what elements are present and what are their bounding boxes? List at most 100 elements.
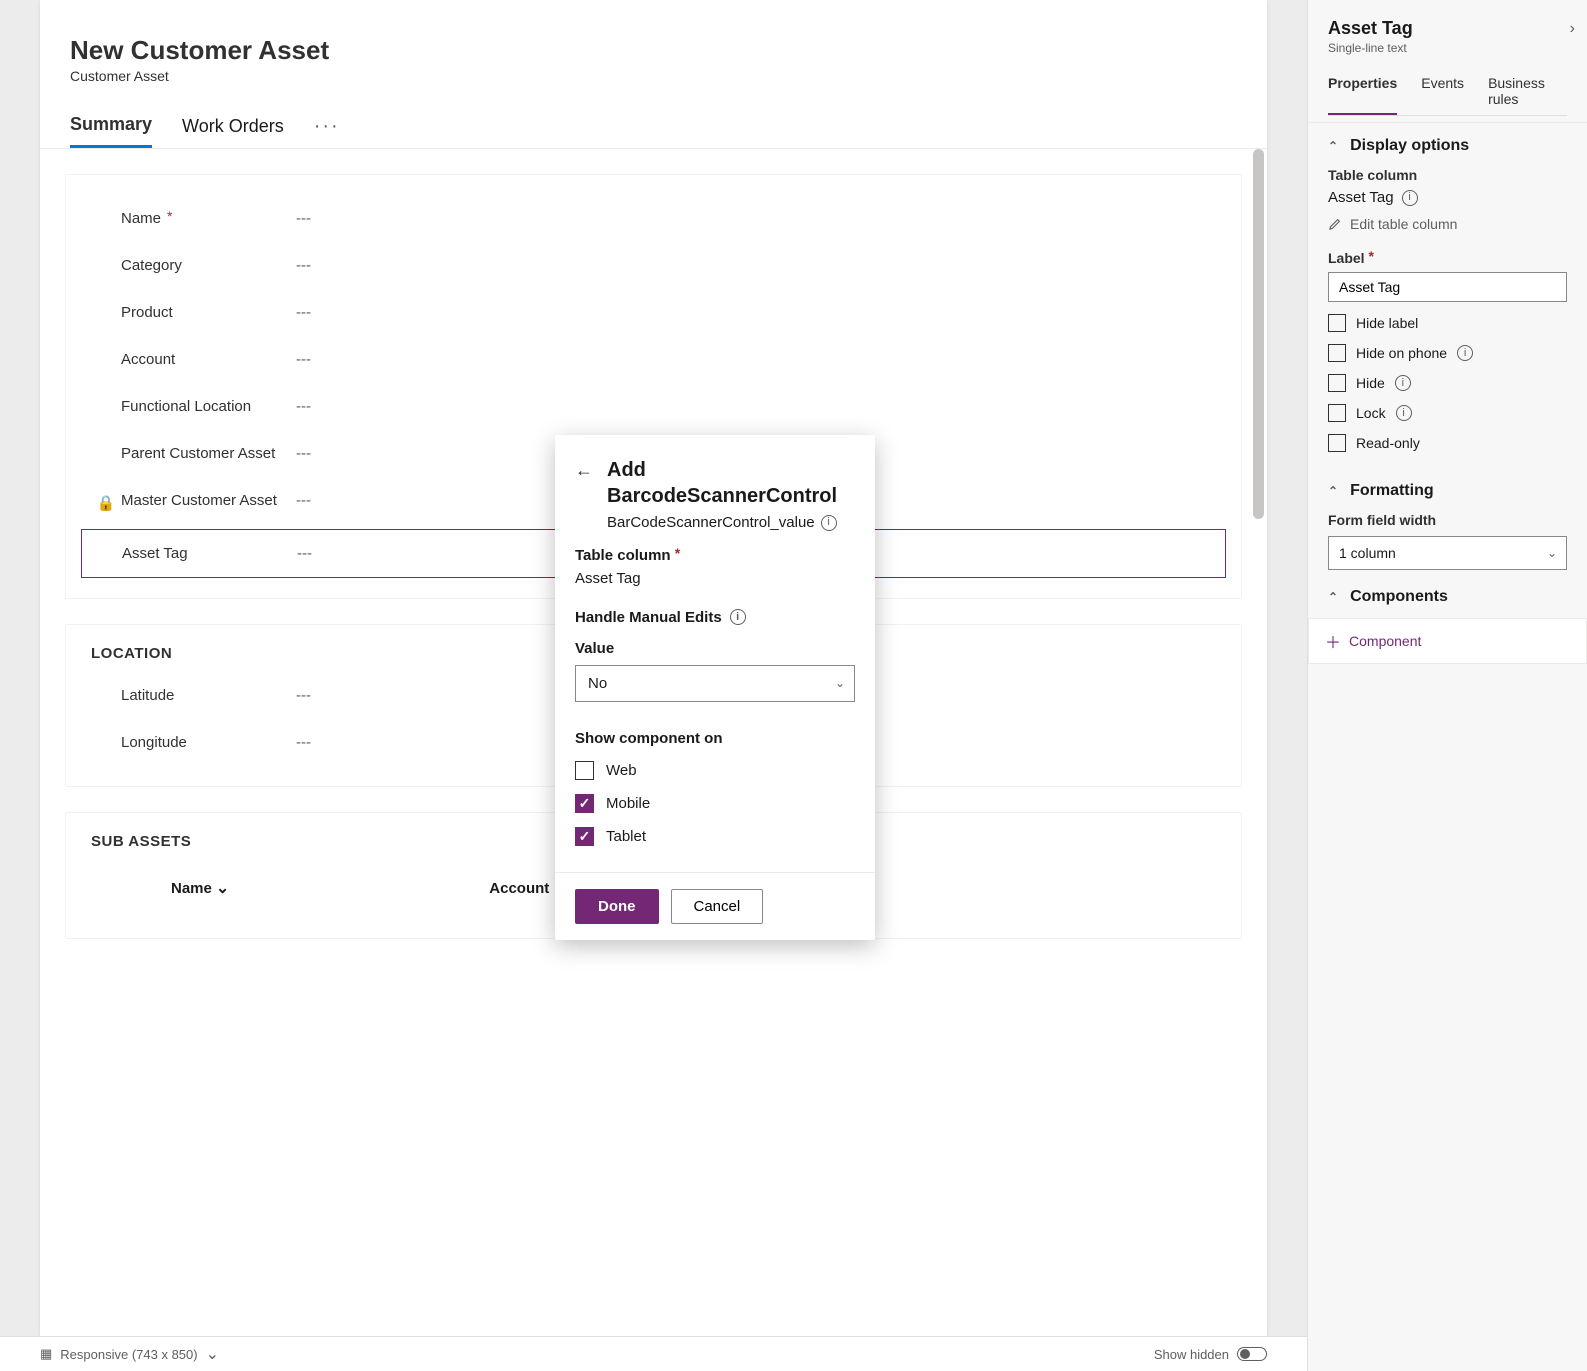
field-name[interactable]: Name* --- xyxy=(81,195,1226,242)
checkbox-hide-on-phone[interactable]: Hide on phone i xyxy=(1328,344,1567,362)
viewport-size-selector[interactable]: Responsive (743 x 850) xyxy=(60,1347,197,1362)
field-value: --- xyxy=(296,734,311,751)
field-label: Product xyxy=(121,304,173,321)
info-icon[interactable]: i xyxy=(1402,190,1418,206)
cancel-button[interactable]: Cancel xyxy=(671,889,764,924)
checkbox-icon: ✓ xyxy=(575,794,594,813)
form-title: New Customer Asset xyxy=(70,35,1267,66)
collapse-panel-button[interactable]: › xyxy=(1570,20,1575,38)
panel-tab-properties[interactable]: Properties xyxy=(1328,75,1397,115)
checkbox-icon xyxy=(1328,314,1346,332)
field-value: --- xyxy=(296,257,311,274)
tab-work-orders[interactable]: Work Orders xyxy=(182,116,284,147)
grid-col-name[interactable]: Name⌄ xyxy=(171,878,229,898)
table-column-label: Table column xyxy=(575,547,671,564)
lock-icon: 🔒 xyxy=(97,494,116,512)
field-category[interactable]: Category --- xyxy=(81,242,1226,289)
table-column-value: Asset Tag xyxy=(575,570,855,587)
popup-subtitle: BarCodeScannerControl_value xyxy=(607,513,815,533)
field-label: Category xyxy=(121,257,182,274)
info-icon[interactable]: i xyxy=(821,515,837,531)
panel-subtitle: Single-line text xyxy=(1328,41,1567,55)
checkbox-label: Tablet xyxy=(606,828,646,845)
checkbox-label: Hide label xyxy=(1356,315,1418,331)
status-bar: ▦ Responsive (743 x 850) ⌄ Show hidden xyxy=(0,1336,1307,1371)
popup-title: Add BarcodeScannerControl xyxy=(607,457,855,509)
field-label: Account xyxy=(121,351,175,368)
add-component-popup: ← Add BarcodeScannerControl BarCodeScann… xyxy=(555,435,875,940)
field-label: Name xyxy=(121,210,161,227)
field-value: --- xyxy=(297,545,312,562)
checkbox-label: Read-only xyxy=(1356,435,1420,451)
checkbox-icon xyxy=(1328,344,1346,362)
field-value: --- xyxy=(296,304,311,321)
field-label: Longitude xyxy=(121,734,187,751)
table-column-label: Table column xyxy=(1328,167,1567,183)
pencil-icon xyxy=(1328,217,1342,231)
value-dropdown[interactable]: No xyxy=(575,665,855,702)
handle-manual-edits-label: Handle Manual Edits xyxy=(575,609,722,626)
checkbox-label: Hide xyxy=(1356,375,1385,391)
chevron-down-icon: ⌄ xyxy=(206,1344,219,1364)
field-functional-location[interactable]: Functional Location --- xyxy=(81,383,1226,430)
checkbox-label: Web xyxy=(606,762,637,779)
info-icon[interactable]: i xyxy=(730,609,746,625)
field-account[interactable]: Account --- xyxy=(81,336,1226,383)
field-label: Master Customer Asset xyxy=(121,492,277,509)
table-column-value: Asset Tag xyxy=(1328,189,1394,206)
formatting-toggle[interactable]: ⌃ Formatting xyxy=(1328,482,1567,500)
components-toggle[interactable]: ⌃ Components xyxy=(1328,588,1587,606)
show-component-on-label: Show component on xyxy=(575,730,855,747)
tab-overflow[interactable]: ··· xyxy=(314,115,340,148)
back-button[interactable]: ← xyxy=(575,457,593,481)
field-value: --- xyxy=(296,445,311,462)
checkbox-icon: ✓ xyxy=(575,827,594,846)
panel-tab-business-rules[interactable]: Business rules xyxy=(1488,75,1567,115)
checkbox-mobile[interactable]: ✓ Mobile xyxy=(575,794,855,813)
checkbox-read-only[interactable]: Read-only xyxy=(1328,434,1567,452)
checkbox-lock[interactable]: Lock i xyxy=(1328,404,1567,422)
required-indicator: * xyxy=(675,545,680,561)
checkbox-icon xyxy=(1328,434,1346,452)
show-hidden-label: Show hidden xyxy=(1154,1347,1229,1362)
edit-table-column-link[interactable]: Edit table column xyxy=(1328,216,1567,232)
checkbox-hide[interactable]: Hide i xyxy=(1328,374,1567,392)
checkbox-icon xyxy=(1328,374,1346,392)
info-icon[interactable]: i xyxy=(1395,375,1411,391)
checkbox-label: Mobile xyxy=(606,795,650,812)
field-label: Latitude xyxy=(121,687,174,704)
required-indicator: * xyxy=(1368,248,1373,264)
form-tabs: Summary Work Orders ··· xyxy=(40,114,1267,149)
chevron-up-icon: ⌃ xyxy=(1328,139,1338,153)
panel-title: Asset Tag xyxy=(1328,18,1567,39)
info-icon[interactable]: i xyxy=(1396,405,1412,421)
panel-tab-events[interactable]: Events xyxy=(1421,75,1464,115)
field-product[interactable]: Product --- xyxy=(81,289,1226,336)
field-label: Functional Location xyxy=(121,398,251,415)
field-value: --- xyxy=(296,351,311,368)
required-indicator: * xyxy=(167,208,172,224)
checkbox-hide-label[interactable]: Hide label xyxy=(1328,314,1567,332)
show-hidden-toggle[interactable] xyxy=(1237,1347,1267,1361)
scrollbar-thumb[interactable] xyxy=(1253,149,1264,519)
form-entity-subtitle: Customer Asset xyxy=(70,68,1267,84)
plus-icon: ＋ xyxy=(1325,629,1341,653)
field-value: --- xyxy=(296,492,311,509)
done-button[interactable]: Done xyxy=(575,889,659,924)
label-input[interactable] xyxy=(1328,272,1567,302)
checkbox-tablet[interactable]: ✓ Tablet xyxy=(575,827,855,846)
form-field-width-label: Form field width xyxy=(1328,512,1567,528)
form-field-width-dropdown[interactable]: 1 column xyxy=(1328,536,1567,570)
add-component-button[interactable]: ＋ Component xyxy=(1308,618,1587,664)
tab-summary[interactable]: Summary xyxy=(70,114,152,148)
checkbox-label: Hide on phone xyxy=(1356,345,1447,361)
display-options-toggle[interactable]: ⌃ Display options xyxy=(1328,137,1567,155)
checkbox-label: Lock xyxy=(1356,405,1386,421)
checkbox-web[interactable]: Web xyxy=(575,761,855,780)
checkbox-icon xyxy=(575,761,594,780)
field-value: --- xyxy=(296,398,311,415)
chevron-up-icon: ⌃ xyxy=(1328,590,1338,604)
value-label: Value xyxy=(575,640,855,657)
info-icon[interactable]: i xyxy=(1457,345,1473,361)
field-label: Parent Customer Asset xyxy=(121,445,275,462)
